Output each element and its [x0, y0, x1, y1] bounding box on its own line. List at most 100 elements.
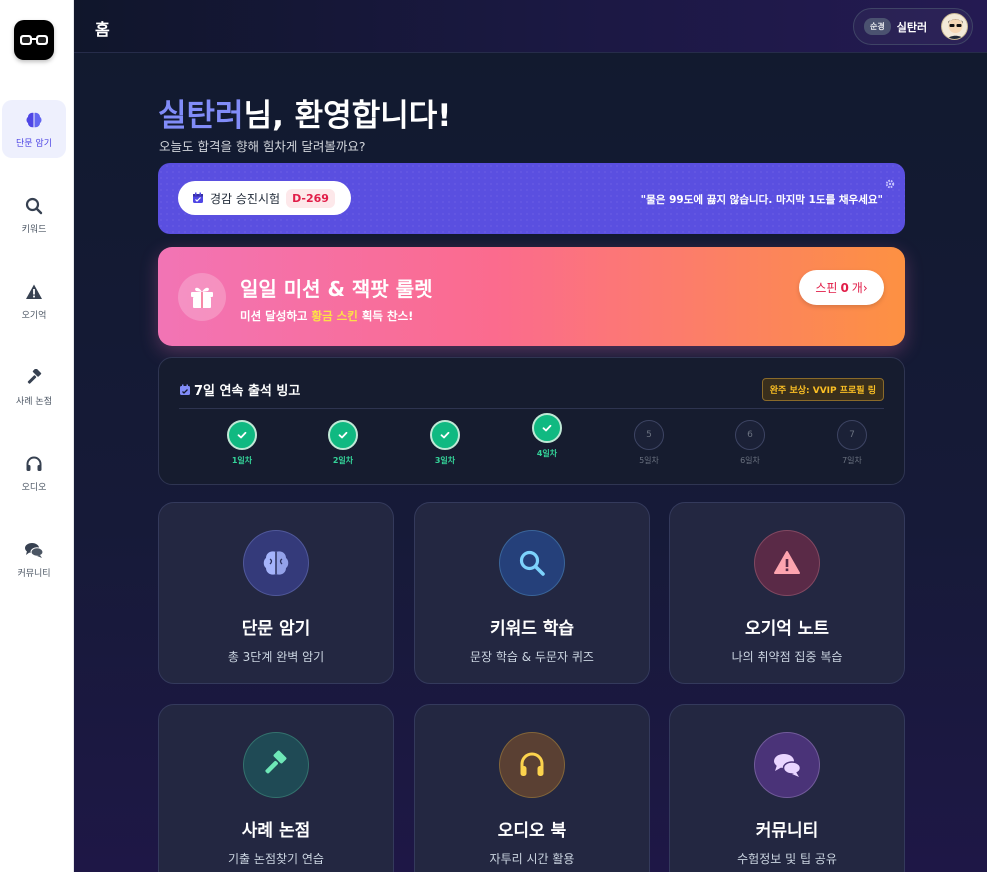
daily-mission-banner[interactable]: 일일 미션 & 잭팟 룰렛 미션 달성하고 황금 스킨 획득 찬스! 스핀 0 …: [158, 247, 905, 346]
audiobook-card[interactable]: 오디오 북자투리 시간 활용: [414, 704, 650, 872]
bingo-reward-badge: 완주 보상: VVIP 프로필 링: [761, 378, 884, 401]
chevron-right-icon: ›: [862, 280, 868, 295]
card-title: 키워드 학습: [489, 619, 575, 639]
false-memory-card[interactable]: 오기억 노트나의 취약점 집중 복습: [669, 502, 905, 684]
gavel-icon: [243, 732, 309, 798]
day-label: 7일차: [842, 456, 862, 465]
card-title: 오기억 노트: [744, 619, 830, 639]
sidebar-item-audio[interactable]: 오디오: [2, 444, 66, 502]
mission-sub-text: 획득 찬스!: [357, 309, 414, 323]
bingo-day-1: 1일차: [212, 420, 272, 466]
spin-count: 0: [840, 280, 849, 295]
card-description: 문장 학습 & 두문자 퀴즈: [470, 650, 594, 664]
brain-icon: [243, 530, 309, 596]
day-label: 3일차: [434, 456, 456, 465]
calendar-icon: [192, 189, 204, 208]
welcome-subtitle: 오늘도 합격을 향해 힘차게 달려볼까요?: [159, 139, 366, 154]
exam-banner: 경감 승진시험 D-269 "물은 99도에 끓지 않습니다. 마지막 1도를 …: [158, 163, 905, 234]
check-icon: [430, 420, 460, 450]
sidebar-item-false-memory[interactable]: 오기억: [2, 272, 66, 330]
day-number: 6: [735, 420, 765, 450]
sidebar-item-community[interactable]: 커뮤니티: [2, 530, 66, 588]
short-memo-card[interactable]: 단문 암기 총 3단계 완벽 암기: [158, 502, 394, 684]
headphones-icon: [499, 732, 565, 798]
exam-name: 경감 승진시험: [210, 191, 281, 206]
card-title: 사례 논점: [241, 821, 311, 841]
sidebar-item-label: 오디오: [21, 482, 47, 493]
day-label: 5일차: [639, 456, 659, 465]
app-logo[interactable]: [14, 20, 54, 60]
spin-button[interactable]: 스핀 0 개 ›: [799, 270, 884, 305]
attendance-bingo: 7일 연속 출석 빙고 완주 보상: VVIP 프로필 링 1일차 2일차 3일차 4…: [158, 357, 905, 485]
mission-sub-text: 미션 달성하고: [240, 309, 312, 323]
check-icon: [532, 413, 562, 443]
page-title: 홈: [95, 20, 110, 39]
sidebar-item-label: 단문 암기: [16, 138, 52, 149]
card-description: 나의 취약점 집중 복습: [731, 650, 843, 664]
bingo-day-2: 2일차: [313, 420, 373, 466]
divider: [179, 408, 884, 409]
sidebar-item-label: 키워드: [21, 224, 47, 235]
day-label: 4일차: [536, 449, 558, 458]
sunglasses-icon: [20, 35, 48, 45]
welcome-heading: 실탄러님, 환영합니다!: [158, 90, 451, 135]
check-icon: [328, 420, 358, 450]
sidebar: 단문 암기 키워드 오기억 사례 논점 오디오 커뮤니티: [0, 0, 74, 872]
bingo-title-text: 7일 연속 출석 빙고: [194, 384, 301, 399]
warning-icon: [754, 530, 820, 596]
day-number: 7: [837, 420, 867, 450]
sidebar-item-keyword[interactable]: 키워드: [2, 186, 66, 244]
top-bar: 홈 순경 실탄러: [74, 0, 987, 53]
mission-title: 일일 미션 & 잭팟 룰렛: [240, 277, 433, 301]
mission-subtitle: 미션 달성하고 황금 스킨 획득 찬스!: [240, 308, 413, 324]
search-icon: [24, 196, 44, 216]
sidebar-item-case-issue[interactable]: 사례 논점: [2, 358, 66, 416]
dday-badge: D-269: [286, 188, 335, 208]
spin-label: 스핀: [815, 281, 838, 295]
mission-sub-highlight: 황금 스킨: [311, 309, 358, 323]
card-title: 커뮤니티: [755, 821, 819, 841]
chat-icon: [754, 732, 820, 798]
chat-icon: [24, 540, 44, 560]
bingo-day-7: 7 7일차: [822, 420, 882, 466]
user-name: 실탄러: [896, 20, 928, 34]
warning-icon: [24, 282, 44, 302]
user-profile-button[interactable]: 순경 실탄러: [853, 8, 973, 45]
calendar-check-icon: [179, 384, 191, 396]
search-icon: [499, 530, 565, 596]
welcome-user-name: 실탄러: [158, 98, 244, 134]
gear-icon[interactable]: [885, 174, 895, 193]
motivation-quote: "물은 99도에 끓지 않습니다. 마지막 1도를 채우세요": [640, 194, 883, 206]
card-title: 오디오 북: [497, 821, 567, 841]
gift-icon: [178, 273, 226, 321]
card-description: 기출 논점찾기 연습: [228, 852, 324, 866]
exam-selector[interactable]: 경감 승진시험 D-269: [178, 181, 351, 215]
gavel-icon: [24, 368, 44, 388]
spin-unit: 개: [851, 281, 863, 295]
card-description: 총 3단계 완벽 암기: [227, 650, 325, 664]
main-content: 홈 순경 실탄러 실탄러님, 환영합니다! 오늘도 합격을 향해 힘차게 달려볼…: [74, 0, 987, 872]
rank-badge: 순경: [864, 18, 891, 35]
brain-icon: [24, 110, 44, 130]
sidebar-item-label: 오기억: [21, 310, 47, 321]
bingo-day-3: 3일차: [415, 420, 475, 466]
bingo-day-6: 6 6일차: [720, 420, 780, 466]
check-icon: [227, 420, 257, 450]
bingo-day-4: 4일차: [517, 413, 577, 459]
case-issue-card[interactable]: 사례 논점기출 논점찾기 연습: [158, 704, 394, 872]
sidebar-item-label: 사례 논점: [16, 396, 52, 407]
day-number: 5: [634, 420, 664, 450]
sidebar-item-short-memo[interactable]: 단문 암기: [2, 100, 66, 158]
keyword-study-card[interactable]: 키워드 학습문장 학습 & 두문자 퀴즈: [414, 502, 650, 684]
bingo-title: 7일 연속 출석 빙고: [179, 380, 300, 399]
welcome-message: 님, 환영합니다!: [243, 98, 452, 134]
day-label: 2일차: [332, 456, 354, 465]
sidebar-item-label: 커뮤니티: [17, 568, 51, 579]
day-label: 1일차: [231, 456, 253, 465]
community-card[interactable]: 커뮤니티수험정보 및 팁 공유: [669, 704, 905, 872]
card-description: 수험정보 및 팁 공유: [737, 852, 837, 866]
card-description: 자투리 시간 활용: [489, 852, 575, 866]
bingo-day-5: 5 5일차: [619, 420, 679, 466]
day-label: 6일차: [740, 456, 760, 465]
headphones-icon: [24, 454, 44, 474]
